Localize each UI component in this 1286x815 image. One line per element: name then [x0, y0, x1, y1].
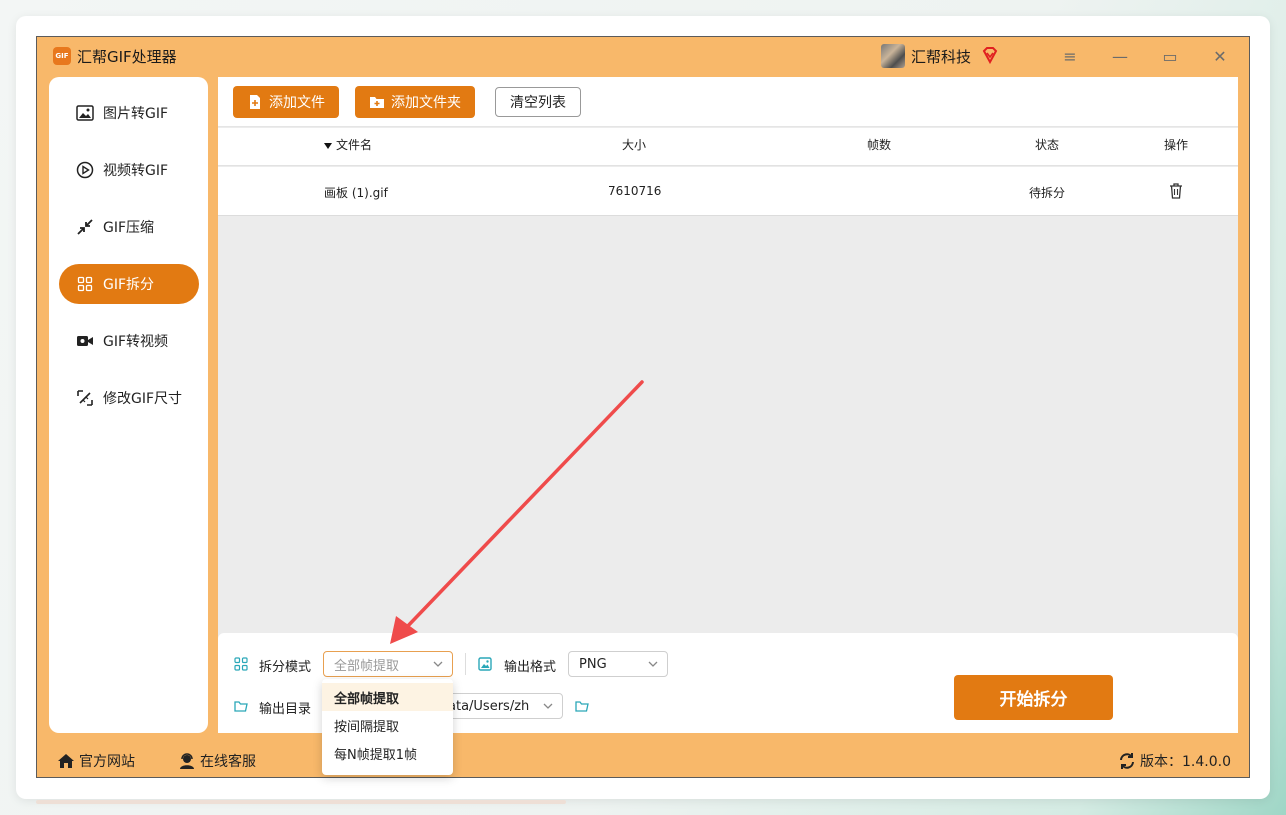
- sidebar: 图片转GIF 视频转GIF GIF压缩 GIF拆分 GIF转视频 修改GIF尺寸: [49, 77, 208, 733]
- sort-down-icon: [324, 142, 332, 149]
- close-icon[interactable]: ✕: [1208, 45, 1232, 67]
- maximize-icon[interactable]: ▭: [1158, 45, 1182, 67]
- toolbar: 添加文件 添加文件夹 清空列表: [218, 77, 1238, 127]
- home-icon: [58, 754, 74, 768]
- user-avatar[interactable]: [881, 44, 905, 68]
- sidebar-item-gif-split[interactable]: GIF拆分: [59, 264, 199, 304]
- online-support-label: 在线客服: [200, 754, 256, 770]
- chevron-down-icon: [543, 703, 553, 709]
- version-label: 版本：1.4.0.0: [1140, 754, 1231, 770]
- menu-icon[interactable]: ≡: [1058, 45, 1082, 67]
- clear-list-button[interactable]: 清空列表: [495, 87, 581, 117]
- add-file-label: 添加文件: [269, 95, 325, 111]
- minimize-icon[interactable]: —: [1108, 45, 1132, 67]
- refresh-icon: [1120, 753, 1134, 769]
- column-header-name[interactable]: 文件名: [324, 136, 372, 153]
- user-name[interactable]: 汇帮科技: [911, 46, 971, 67]
- file-status: 待拆分: [1029, 186, 1066, 200]
- output-format-value: PNG: [579, 656, 607, 672]
- sidebar-item-label: 视频转GIF: [103, 163, 169, 179]
- video-camera-icon: [75, 331, 95, 351]
- split-mode-label: 拆分模式: [259, 660, 312, 675]
- sidebar-item-gif-compress[interactable]: GIF压缩: [59, 207, 199, 247]
- app-title: 汇帮GIF处理器: [77, 48, 177, 66]
- official-website-link[interactable]: 官方网站: [57, 751, 135, 771]
- divider: [465, 653, 466, 675]
- sidebar-item-video-to-gif[interactable]: 视频转GIF: [59, 150, 199, 190]
- dropdown-option[interactable]: 按间隔提取: [322, 711, 453, 739]
- split-mode-value: 全部帧提取: [334, 658, 400, 674]
- main-panel: 添加文件 添加文件夹 清空列表 文件名 大小 帧数 状态 操作 画板 (1).g…: [218, 77, 1238, 733]
- add-folder-icon: [370, 97, 384, 108]
- support-agent-icon: [180, 753, 194, 769]
- resize-icon: [75, 388, 95, 408]
- split-mode-select[interactable]: 全部帧提取: [323, 651, 453, 677]
- start-split-button[interactable]: 开始拆分: [954, 675, 1113, 720]
- chevron-down-icon: [648, 661, 658, 667]
- version-info[interactable]: 版本：1.4.0.0: [1118, 751, 1231, 771]
- sidebar-item-label: GIF拆分: [103, 277, 155, 293]
- add-file-button[interactable]: 添加文件: [233, 86, 339, 118]
- split-icon: [75, 274, 95, 294]
- output-dir-label: 输出目录: [259, 702, 312, 717]
- column-header-size[interactable]: 大小: [622, 136, 646, 153]
- table-row[interactable]: 画板 (1).gif 7610716 待拆分: [218, 167, 1238, 216]
- output-format-label: 输出格式: [504, 660, 557, 675]
- sidebar-item-label: 修改GIF尺寸: [103, 391, 183, 407]
- split-mode-icon: [234, 657, 248, 671]
- footer: 官方网站 在线客服 版本：1.4.0.0: [37, 742, 1249, 778]
- column-header-status[interactable]: 状态: [1035, 136, 1059, 153]
- online-support-link[interactable]: 在线客服: [178, 751, 256, 771]
- sidebar-item-resize-gif[interactable]: 修改GIF尺寸: [59, 378, 199, 418]
- output-dir-value: ata/Users/zh: [448, 698, 530, 714]
- split-mode-dropdown: 全部帧提取 按间隔提取 每N帧提取1帧: [322, 679, 453, 775]
- chevron-down-icon: [433, 661, 443, 667]
- official-website-label: 官方网站: [79, 754, 135, 770]
- trash-icon[interactable]: [1169, 183, 1183, 199]
- add-file-icon: [250, 95, 260, 109]
- image-icon: [75, 103, 95, 123]
- sidebar-item-label: GIF压缩: [103, 220, 155, 236]
- column-header-name-label: 文件名: [336, 138, 373, 152]
- sidebar-item-label: GIF转视频: [103, 334, 169, 350]
- folder-icon: [234, 701, 248, 712]
- title-bar: GIF 汇帮GIF处理器 汇帮科技 ≡ — ▭ ✕: [37, 37, 1249, 75]
- sidebar-item-image-to-gif[interactable]: 图片转GIF: [59, 93, 199, 133]
- column-header-frames[interactable]: 帧数: [867, 136, 891, 153]
- add-folder-button[interactable]: 添加文件夹: [355, 86, 475, 118]
- add-folder-label: 添加文件夹: [391, 95, 461, 111]
- column-header-action: 操作: [1164, 138, 1189, 152]
- file-name: 画板 (1).gif: [324, 186, 388, 200]
- play-icon: [75, 160, 95, 180]
- browse-folder-icon[interactable]: [575, 699, 589, 713]
- vip-diamond-icon[interactable]: [981, 46, 999, 64]
- sidebar-item-gif-to-video[interactable]: GIF转视频: [59, 321, 199, 361]
- output-format-select[interactable]: PNG: [568, 651, 668, 677]
- compress-icon: [75, 217, 95, 237]
- dropdown-option[interactable]: 每N帧提取1帧: [322, 739, 453, 767]
- app-window: GIF 汇帮GIF处理器 汇帮科技 ≡ — ▭ ✕ 图片转GIF 视频转GIF: [36, 36, 1250, 778]
- app-logo-icon: GIF: [53, 47, 71, 65]
- file-size: 7610716: [608, 184, 662, 198]
- table-header: 文件名 大小 帧数 状态 操作: [218, 128, 1238, 166]
- dropdown-option[interactable]: 全部帧提取: [322, 683, 453, 711]
- bottom-strip: [36, 800, 566, 804]
- sidebar-item-label: 图片转GIF: [103, 106, 169, 122]
- output-format-icon: [478, 657, 492, 671]
